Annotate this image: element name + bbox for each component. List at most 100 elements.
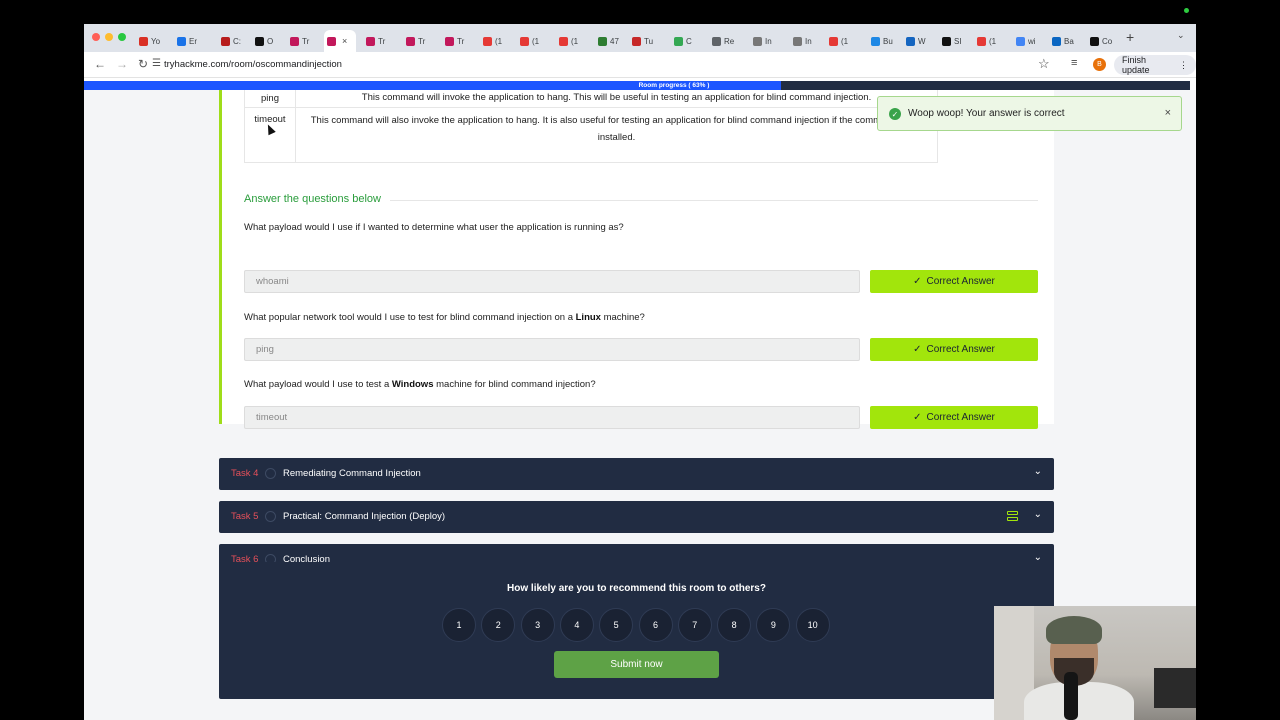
browser-tab[interactable]: (1 [517, 30, 545, 52]
question-3-text: What payload would I use to test a Windo… [244, 379, 596, 390]
chevron-down-icon[interactable]: ⌄ [1034, 466, 1042, 477]
browser-tab[interactable]: In [790, 30, 818, 52]
tab-label: Yo [151, 36, 161, 46]
tab-label: (1 [532, 36, 540, 46]
tab-label: In [765, 36, 772, 46]
maximize-window-button[interactable] [118, 33, 126, 41]
rating-option-1[interactable]: 1 [442, 608, 476, 642]
profile-avatar[interactable]: B [1093, 58, 1106, 71]
tab-favicon-icon [871, 36, 880, 46]
browser-tab[interactable]: Er [174, 30, 202, 52]
browser-tab[interactable]: (1 [974, 30, 1002, 52]
tab-favicon-icon [221, 36, 230, 46]
browser-tab[interactable]: Tr [403, 30, 431, 52]
site-info-icon[interactable]: ☰ [152, 58, 161, 69]
rating-option-2[interactable]: 2 [481, 608, 516, 642]
tab-label: O [267, 36, 274, 46]
success-toast: ✓ Woop woop! Your answer is correct × [877, 96, 1182, 131]
browser-tab[interactable]: Yo [136, 30, 164, 52]
room-progress-bar: Room progress ( 63% ) [84, 81, 1190, 90]
tab-favicon-icon [1016, 36, 1025, 46]
correct-answer-3-button[interactable]: ✓ Correct Answer [870, 406, 1038, 429]
browser-tab[interactable]: Tr [442, 30, 470, 52]
task-number: Task 4 [231, 468, 259, 479]
recording-indicator [1184, 8, 1189, 13]
tab-favicon-icon [366, 36, 375, 46]
tab-label: C: [233, 36, 241, 46]
toast-message: Woop woop! Your answer is correct [908, 108, 1065, 119]
chevron-down-icon[interactable]: ⌄ [1034, 509, 1042, 520]
tab-label: Tu [644, 36, 654, 46]
top-black-bar [0, 0, 1280, 24]
browser-tab[interactable]: C [671, 30, 699, 52]
browser-tab[interactable]: wi [1013, 30, 1041, 52]
browser-tab[interactable]: Tr [287, 30, 315, 52]
reading-list-icon[interactable]: ≡ [1071, 57, 1077, 69]
minimize-window-button[interactable] [105, 33, 113, 41]
browser-tab[interactable]: Co [1087, 30, 1115, 52]
tab-favicon-icon [829, 36, 838, 46]
browser-tab[interactable]: W [903, 30, 931, 52]
question-text: What payload would I use if I wanted to … [244, 222, 624, 233]
rating-option-7[interactable]: 7 [677, 608, 712, 642]
rating-option-4[interactable]: 4 [559, 608, 594, 642]
tab-favicon-icon [406, 36, 415, 46]
browser-tab[interactable]: × [324, 30, 356, 52]
browser-tab[interactable]: Re [709, 30, 737, 52]
forward-arrow-icon[interactable]: → [116, 57, 128, 71]
task-status-circle-icon [265, 468, 276, 479]
rating-option-9[interactable]: 9 [756, 608, 791, 642]
tab-favicon-icon [445, 36, 454, 46]
rating-option-10[interactable]: 10 [795, 608, 830, 642]
tab-label: SI [954, 36, 962, 46]
check-icon: ✓ [913, 412, 922, 423]
browser-tab[interactable]: 47 [595, 30, 623, 52]
table-row: timeout This command will also invoke th… [245, 108, 937, 163]
tab-search-icon[interactable]: ⌄ [1177, 30, 1185, 41]
reload-icon[interactable]: ↻ [138, 57, 148, 71]
close-window-button[interactable] [92, 33, 100, 41]
rating-option-5[interactable]: 5 [599, 608, 634, 642]
browser-tab[interactable]: SI [939, 30, 967, 52]
rating-option-3[interactable]: 3 [520, 608, 555, 642]
tab-label: Tr [418, 36, 426, 46]
answer-3-input[interactable]: timeout [244, 406, 860, 429]
answer-2-input[interactable]: ping [244, 338, 860, 361]
task-5-row[interactable]: Task 5 Practical: Command Injection (Dep… [219, 501, 1054, 533]
tab-favicon-icon [753, 36, 762, 46]
tab-label: (1 [571, 36, 579, 46]
correct-answer-1-button[interactable]: ✓ Correct Answer [870, 270, 1038, 293]
back-arrow-icon[interactable]: ← [94, 57, 106, 71]
browser-tab[interactable]: Bu [868, 30, 896, 52]
tab-favicon-icon [483, 36, 492, 46]
browser-tab[interactable]: In [750, 30, 778, 52]
browser-tab[interactable]: (1 [556, 30, 584, 52]
task-title: Remediating Command Injection [283, 468, 421, 479]
browser-tab[interactable]: Tu [629, 30, 657, 52]
task-number: Task 5 [231, 511, 259, 522]
rating-option-8[interactable]: 8 [717, 608, 752, 642]
tab-favicon-icon [177, 36, 186, 46]
browser-tab[interactable]: C: [218, 30, 246, 52]
browser-tab[interactable]: O [252, 30, 280, 52]
browser-tab[interactable]: Ba [1049, 30, 1077, 52]
correct-answer-2-button[interactable]: ✓ Correct Answer [870, 338, 1038, 361]
browser-tab[interactable]: (1 [480, 30, 508, 52]
webcam-monitor [1154, 668, 1196, 708]
rating-option-6[interactable]: 6 [638, 608, 673, 642]
answer-1-input[interactable]: whoami [244, 270, 860, 293]
bookmark-star-icon[interactable]: ☆ [1038, 56, 1050, 72]
tab-label: Co [1102, 36, 1113, 46]
webcam-overlay [994, 606, 1196, 720]
url-field[interactable]: tryhackme.com/room/oscommandinjection [164, 59, 342, 70]
browser-tab[interactable]: Tr [363, 30, 391, 52]
new-tab-icon[interactable]: + [1126, 29, 1134, 45]
table-cell-description: This command will also invoke the applic… [295, 108, 937, 163]
tab-close-icon[interactable]: × [342, 36, 347, 46]
task-4-row[interactable]: Task 4 Remediating Command Injection ⌄ [219, 458, 1054, 490]
finish-update-button[interactable]: Finish update ⋮ [1114, 55, 1196, 75]
browser-tab[interactable]: (1 [826, 30, 854, 52]
submit-now-button[interactable]: Submit now [554, 651, 719, 678]
tab-favicon-icon [290, 36, 299, 46]
close-icon[interactable]: × [1165, 107, 1171, 119]
